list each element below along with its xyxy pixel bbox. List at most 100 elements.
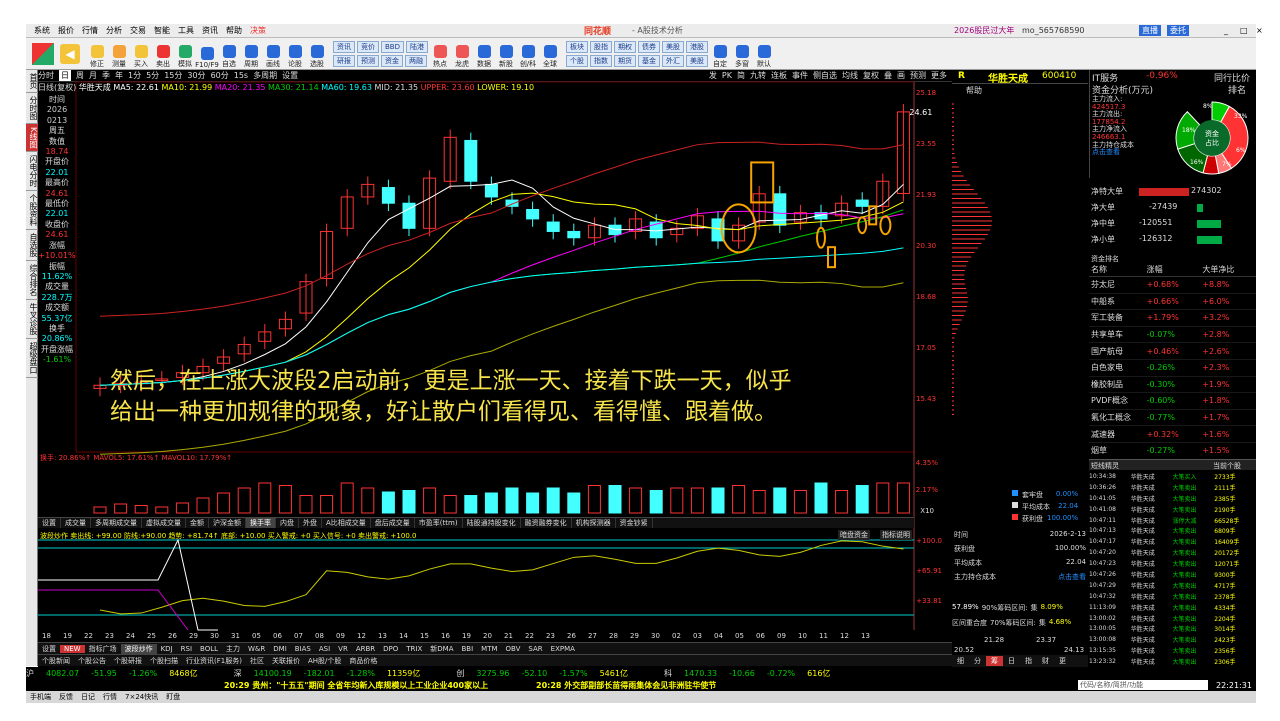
toolbar-button[interactable]: 画线: [263, 39, 283, 69]
indicator-tab[interactable]: W&R: [244, 645, 269, 653]
toolbar-chip[interactable]: 两融: [405, 54, 427, 67]
info-tab[interactable]: 个股公告: [74, 656, 110, 666]
elite-row[interactable]: 10:47:13 华胜天成 大笔卖出 6809手: [1089, 525, 1256, 536]
toolbar-button[interactable]: 热点: [430, 39, 450, 69]
fundrank-row[interactable]: 中船系 +0.66% +6.0%: [1089, 294, 1256, 311]
toolbar-button[interactable]: 周期: [241, 39, 261, 69]
indicator-tab[interactable]: VR: [334, 645, 352, 653]
fundrank-row[interactable]: 减速器 +0.32% +1.6%: [1089, 426, 1256, 443]
info-tab[interactable]: 关联报价: [268, 656, 304, 666]
toolbar-chip[interactable]: 研报: [333, 54, 355, 67]
toolbar-chip[interactable]: 预测: [357, 54, 379, 67]
left-nav-item[interactable]: 牛叉诊股: [26, 300, 38, 340]
elite-row[interactable]: 13:23:32 华胜天成 大笔卖出 2306手: [1089, 656, 1256, 667]
indicator-tab[interactable]: BBI: [458, 645, 478, 653]
toolbar-button[interactable]: 模拟: [175, 39, 195, 69]
toolbar-button[interactable]: F10/F9: [195, 39, 219, 69]
toolbar-chip[interactable]: 美股: [686, 54, 708, 67]
toolbar-chip[interactable]: 资金: [381, 54, 403, 67]
toolbar-button[interactable]: 创/科: [518, 39, 538, 69]
indicator-tab[interactable]: EXPMA: [547, 645, 579, 653]
fundrank-col[interactable]: 涨幅: [1145, 264, 1201, 276]
menu-item[interactable]: 分析: [106, 25, 122, 36]
search-input[interactable]: 代码/名称/简拼/功能: [1078, 680, 1208, 690]
toolbar-chip[interactable]: 陆港: [406, 40, 428, 53]
entrust-button[interactable]: 委托: [1167, 25, 1189, 36]
toolbar-chip[interactable]: 指数: [590, 54, 612, 67]
menu-item[interactable]: 工具: [178, 25, 194, 36]
toolbar-chip[interactable]: 美股: [662, 40, 684, 53]
left-nav-item[interactable]: K线图: [26, 124, 38, 153]
indicator-tab[interactable]: 机构探测器: [572, 518, 616, 528]
indicator-tab[interactable]: 设置: [38, 644, 60, 654]
bottom-item[interactable]: 盯盘: [166, 692, 180, 702]
toolbar-button[interactable]: 选股: [307, 39, 327, 69]
left-nav-item[interactable]: 首页: [26, 70, 38, 93]
bottom-item[interactable]: 行情: [103, 692, 117, 702]
toolbar-chip[interactable]: 个股: [566, 54, 588, 67]
elite-row[interactable]: 13:15:35 华胜天成 大笔卖出 2356手: [1089, 645, 1256, 656]
elite-row[interactable]: 10:36:26 华胜天成 大笔卖出 2111手: [1089, 482, 1256, 493]
elite-row[interactable]: 13:00:02 华胜天成 大笔卖出 2204手: [1089, 613, 1256, 624]
toolbar-chip[interactable]: 板块: [566, 40, 588, 53]
chip-tab[interactable]: 细: [952, 656, 969, 666]
indicator-tab[interactable]: ASI: [315, 645, 334, 653]
toolbar-button[interactable]: 新股: [496, 39, 516, 69]
elite-row[interactable]: 10:47:26 华胜天成 大笔卖出 9300手: [1089, 569, 1256, 580]
indicator-tab[interactable]: 波段炒作: [120, 643, 157, 654]
indicator-tab[interactable]: OBV: [502, 645, 525, 653]
elite-row[interactable]: 13:00:05 华胜天成 大笔卖出 3014手: [1089, 623, 1256, 634]
info-tab[interactable]: 行业资讯(F1服务): [182, 656, 246, 666]
indicator-tab[interactable]: 新DMA: [426, 644, 457, 654]
elite-row[interactable]: 10:47:23 华胜天成 大笔卖出 12071手: [1089, 558, 1256, 569]
toolbar-chip[interactable]: 港股: [686, 40, 708, 53]
account-name[interactable]: mo_565768590: [1022, 26, 1085, 35]
elite-row[interactable]: 10:47:17 华胜天成 大笔卖出 16409手: [1089, 536, 1256, 547]
left-nav-item[interactable]: 闪电分时: [26, 152, 38, 192]
menu-item[interactable]: 决策: [250, 25, 266, 36]
toolbar-chip[interactable]: 期权: [614, 40, 636, 53]
fundrank-row[interactable]: 国产航母 +0.46% +2.6%: [1089, 343, 1256, 360]
indicator-tab[interactable]: A比相成交量: [322, 518, 371, 528]
indicator-tab[interactable]: 成交量: [61, 518, 91, 528]
menu-item[interactable]: 系统: [34, 25, 50, 36]
toolbar-button[interactable]: 测量: [109, 39, 129, 69]
live-button[interactable]: 直播: [1139, 25, 1161, 36]
toolbar-button[interactable]: 自选: [219, 39, 239, 69]
left-nav-item[interactable]: 自选股: [26, 230, 38, 262]
indicator-tab[interactable]: ARBR: [352, 645, 379, 653]
kline-chart-panel[interactable]: 分时日周月季年 1分 5分 15分 30分 60分 15s 多周期 设置 发 PK 简九转 连板 事件侧…: [38, 70, 952, 667]
indicator-tab[interactable]: 换手率: [246, 518, 276, 528]
indicator-tab[interactable]: 沪深金额: [209, 518, 246, 528]
bottom-item[interactable]: 手机端: [30, 692, 51, 702]
info-tab[interactable]: 个股新闻: [38, 656, 74, 666]
toolbar-chip[interactable]: 资讯: [333, 40, 355, 53]
indicator-tab[interactable]: NEW: [60, 644, 85, 653]
back-icon[interactable]: ◀: [60, 43, 80, 64]
indicator-tab[interactable]: 金额: [186, 518, 209, 528]
menu-item[interactable]: 交易: [130, 25, 146, 36]
toolbar-button[interactable]: 论股: [285, 39, 305, 69]
fundrank-row[interactable]: 烟草 -0.27% +1.5%: [1089, 443, 1256, 460]
toolbar-chip[interactable]: 外汇: [662, 54, 684, 67]
news-1[interactable]: 20:29 贵州："十五五"期间 全省年均新入库规模以上工业企业400家以上: [224, 680, 488, 691]
indicator-tab[interactable]: BIAS: [291, 645, 315, 653]
indicator-tab[interactable]: 指标广场: [85, 644, 121, 654]
elite-row[interactable]: 13:00:08 华胜天成 大笔卖出 2423手: [1089, 634, 1256, 645]
elite-row[interactable]: 10:47:29 华胜天成 大笔卖出 4717手: [1089, 580, 1256, 591]
bottom-item[interactable]: 反馈: [59, 692, 73, 702]
fundrank-col[interactable]: 名称: [1089, 264, 1145, 276]
chip-tab[interactable]: 分: [969, 656, 986, 666]
promo-text[interactable]: 2026股民过大年: [954, 25, 1014, 36]
indicator-tab[interactable]: 内盘: [276, 518, 299, 528]
bottom-item[interactable]: 7×24快讯: [125, 692, 158, 702]
toolbar-button[interactable]: 多窗: [732, 39, 752, 69]
indicator-tab[interactable]: MTM: [477, 645, 501, 653]
dark-fund-button[interactable]: 暗盘资金: [838, 530, 870, 540]
chip-tab[interactable]: 日: [1003, 656, 1020, 666]
elite-row[interactable]: 10:34:38 华胜天成 大笔买入 2733手: [1089, 471, 1256, 482]
toolbar-button[interactable]: 自定: [710, 39, 730, 69]
chip-tab[interactable]: 指: [1020, 656, 1037, 666]
elite-row[interactable]: 10:41:08 华胜天成 大笔卖出 2190手: [1089, 504, 1256, 515]
indicator-tab[interactable]: 融资融券变化: [521, 518, 572, 528]
